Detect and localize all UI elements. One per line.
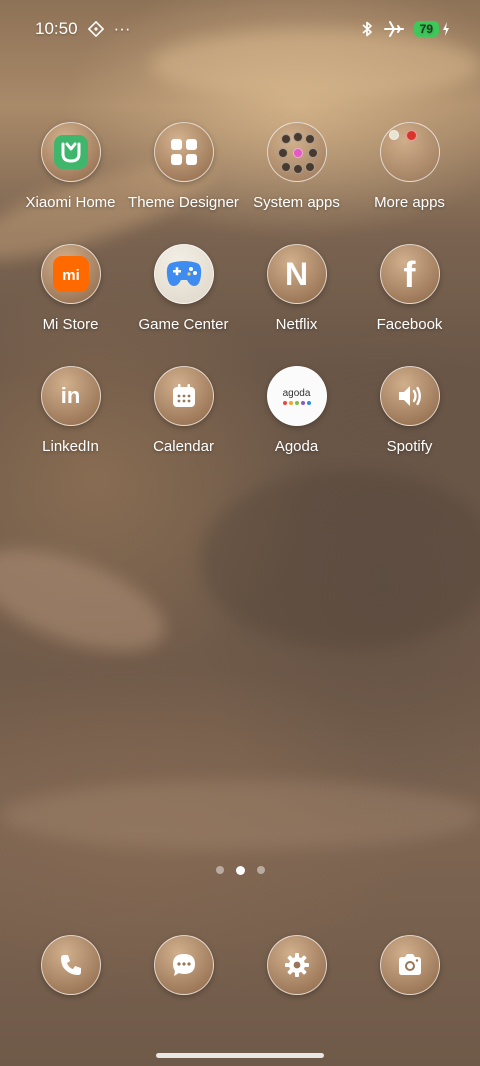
xiaomi-home-icon[interactable] — [40, 122, 101, 182]
dock — [14, 935, 466, 995]
folder-mini-icon — [277, 148, 288, 158]
airplane-mode-icon — [383, 20, 404, 38]
battery-indicator: 79 — [413, 21, 450, 37]
app-netflix[interactable]: N Netflix — [240, 244, 353, 366]
app-spotify[interactable]: Spotify — [353, 366, 466, 488]
folder-mini-icon — [307, 148, 318, 158]
charging-bolt-icon — [442, 22, 450, 36]
app-label: LinkedIn — [42, 438, 99, 455]
app-label: Mi Store — [42, 316, 99, 333]
status-bar: 10:50 ··· 79 — [0, 0, 480, 58]
dock-settings[interactable] — [240, 935, 353, 995]
app-label: Spotify — [386, 438, 433, 455]
agoda-dots — [282, 400, 311, 405]
more-apps-folder-icon[interactable] — [379, 122, 440, 182]
facebook-icon[interactable]: f — [379, 244, 440, 304]
folder-system-apps[interactable]: System apps — [240, 122, 353, 244]
game-center-icon[interactable] — [153, 244, 214, 304]
app-label: Game Center — [138, 316, 229, 333]
app-grid: Xiaomi Home Theme Designer System apps M… — [14, 122, 466, 488]
calendar-icon[interactable] — [153, 366, 214, 426]
app-xiaomi-home[interactable]: Xiaomi Home — [14, 122, 127, 244]
status-left: 10:50 ··· — [35, 19, 131, 39]
folder-mini-icon — [405, 130, 417, 141]
more-notifications-icon: ··· — [113, 19, 131, 38]
app-label: Agoda — [274, 438, 319, 455]
app-linkedin[interactable]: in LinkedIn — [14, 366, 127, 488]
folder-mini-icon — [304, 134, 315, 144]
linkedin-glyph: in — [60, 383, 81, 408]
app-label: Facebook — [376, 316, 443, 333]
app-theme-designer[interactable]: Theme Designer — [127, 122, 240, 244]
battery-level: 79 — [413, 21, 439, 37]
folder-mini-icon — [280, 162, 291, 172]
status-right: 79 — [360, 20, 450, 38]
agoda-logo-text: agoda — [282, 387, 311, 399]
folder-more-apps[interactable]: More apps — [353, 122, 466, 244]
dock-messages[interactable] — [127, 935, 240, 995]
folder-mini-icon — [292, 164, 303, 174]
diamond-notification-icon — [87, 21, 104, 37]
page-dot-active[interactable] — [235, 866, 245, 875]
app-label: Theme Designer — [128, 194, 239, 211]
app-label: Calendar — [153, 438, 214, 455]
folder-mini-icon — [292, 132, 303, 142]
dune-ripple — [0, 528, 178, 672]
settings-icon[interactable] — [266, 935, 327, 995]
phone-icon[interactable] — [40, 935, 101, 995]
app-label: System apps — [253, 194, 340, 211]
app-mi-store[interactable]: mi Mi Store — [14, 244, 127, 366]
agoda-icon[interactable]: agoda — [266, 366, 327, 426]
home-gesture-bar[interactable] — [156, 1053, 324, 1058]
spotify-icon[interactable] — [379, 366, 440, 426]
app-agoda[interactable]: agoda Agoda — [240, 366, 353, 488]
netflix-icon[interactable]: N — [266, 244, 327, 304]
app-label: Netflix — [275, 316, 318, 333]
folder-mini-icon — [280, 134, 291, 144]
dune-shadow — [200, 470, 480, 650]
system-apps-folder-icon[interactable] — [266, 122, 327, 182]
app-label: Xiaomi Home — [25, 194, 116, 211]
folder-mini-icon — [292, 148, 303, 158]
app-label: More apps — [374, 194, 445, 211]
camera-icon[interactable] — [379, 935, 440, 995]
app-facebook[interactable]: f Facebook — [353, 244, 466, 366]
theme-designer-icon[interactable] — [153, 122, 214, 182]
linkedin-icon[interactable]: in — [40, 366, 101, 426]
mi-store-icon[interactable]: mi — [40, 244, 101, 304]
dune-ripple — [0, 780, 480, 850]
dock-camera[interactable] — [353, 935, 466, 995]
folder-mini-icon — [388, 130, 399, 140]
folder-mini-icon — [304, 162, 315, 172]
facebook-glyph: f — [403, 254, 416, 295]
app-game-center[interactable]: Game Center — [127, 244, 240, 366]
clock: 10:50 — [35, 19, 78, 38]
dock-phone[interactable] — [14, 935, 127, 995]
page-indicator[interactable] — [0, 866, 480, 875]
page-dot[interactable] — [256, 866, 265, 874]
bluetooth-icon — [360, 20, 374, 38]
netflix-glyph: N — [284, 255, 309, 292]
mi-store-glyph: mi — [62, 267, 80, 284]
app-calendar[interactable]: Calendar — [127, 366, 240, 488]
messages-icon[interactable] — [153, 935, 214, 995]
page-dot[interactable] — [215, 866, 224, 874]
